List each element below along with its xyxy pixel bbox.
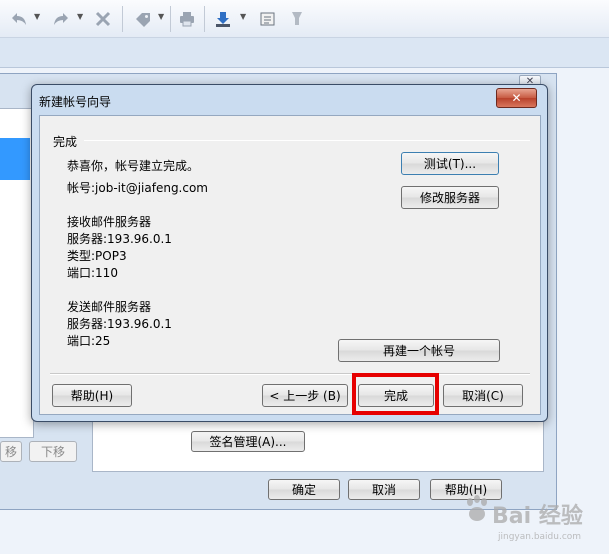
test-button[interactable]: 测试(T)... (401, 152, 499, 175)
finish-highlight-box (352, 373, 439, 415)
toolbar-separator (122, 6, 123, 32)
watermark-url: jingyan.baidu.com (498, 532, 582, 542)
close-icon[interactable]: ✕ (496, 88, 537, 108)
parent-cancel-button[interactable]: 取消 (348, 479, 420, 500)
secondary-toolbar (0, 38, 609, 68)
dialog-divider (50, 373, 530, 375)
incoming-server-header: 接收邮件服务器 (67, 215, 152, 229)
watermark-text: Bai 经验 (492, 504, 583, 529)
toolbar-separator (204, 6, 205, 32)
delete-icon[interactable] (92, 8, 114, 30)
signature-manage-button[interactable]: 签名管理(A)... (191, 431, 305, 452)
download-icon[interactable] (212, 8, 234, 30)
toolbar: ▼ ▼ ▼ ▼ (0, 0, 609, 38)
modify-server-button[interactable]: 修改服务器 (401, 186, 499, 209)
back-dropdown-icon[interactable]: ▼ (34, 13, 42, 21)
forward-dropdown-icon[interactable]: ▼ (77, 13, 85, 21)
tag-dropdown-icon[interactable]: ▼ (158, 13, 166, 21)
account-list-selected-item[interactable] (0, 138, 30, 180)
incoming-server-type: 类型:POP3 (67, 249, 127, 263)
congrats-text: 恭喜你，帐号建立完成。 (67, 159, 200, 173)
toolbar-separator (170, 6, 171, 32)
group-divider (84, 140, 530, 141)
move-down-button[interactable]: 下移 (29, 441, 77, 462)
incoming-server-address: 服务器:193.96.0.1 (67, 232, 172, 246)
parent-content-panel (92, 420, 544, 472)
group-label: 完成 (53, 135, 78, 149)
cancel-button[interactable]: 取消(C) (443, 384, 523, 407)
prev-button[interactable]: < 上一步 (B) (262, 384, 348, 407)
watermark: Bai 经验 jingyan.baidu.com (458, 484, 609, 554)
incoming-server-port: 端口:110 (67, 266, 118, 280)
ok-button[interactable]: 确定 (268, 479, 340, 500)
print-icon[interactable] (176, 8, 198, 30)
download-dropdown-icon[interactable]: ▼ (240, 13, 248, 21)
outgoing-server-address: 服务器:193.96.0.1 (67, 317, 172, 331)
forward-icon[interactable] (50, 8, 72, 30)
back-icon[interactable] (8, 8, 30, 30)
dialog-title: 新建帐号向导 (39, 95, 112, 109)
tag-icon[interactable] (132, 8, 154, 30)
address-book-icon[interactable] (256, 8, 278, 30)
outgoing-server-header: 发送邮件服务器 (67, 300, 152, 314)
paw-icon (467, 495, 487, 521)
help-button[interactable]: 帮助(H) (52, 384, 132, 407)
outgoing-server-port: 端口:25 (67, 334, 111, 348)
account-text: 帐号:job-it@jiafeng.com (67, 181, 209, 195)
filter-icon[interactable] (286, 8, 308, 30)
move-up-button[interactable]: 移 (0, 441, 22, 462)
new-account-button[interactable]: 再建一个帐号 (338, 339, 500, 362)
